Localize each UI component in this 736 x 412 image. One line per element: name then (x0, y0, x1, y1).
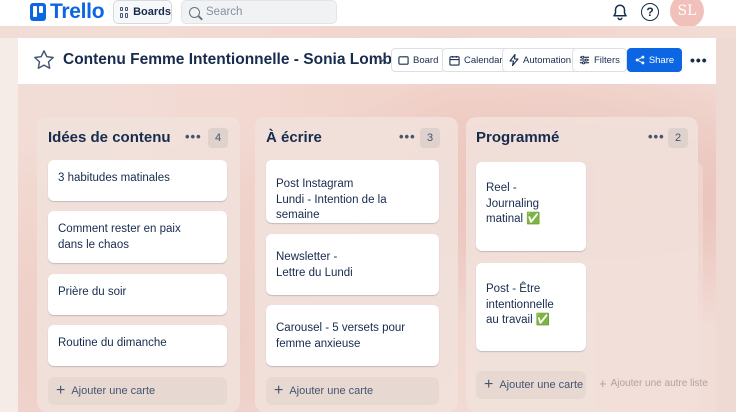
add-card-label: Ajouter une carte (71, 385, 156, 397)
add-list-button[interactable]: + Ajouter une autre liste (599, 376, 708, 391)
plus-icon: + (599, 376, 607, 391)
list-card-count: 2 (668, 128, 688, 148)
card[interactable]: Prière du soir (48, 274, 227, 315)
add-card-label: Ajouter une carte (499, 379, 584, 391)
card[interactable]: Post Instagram Lundi - Intention de la s… (266, 160, 439, 223)
filter-icon (579, 55, 590, 65)
card-title: Newsletter - Lettre du Lundi (276, 251, 353, 279)
star-icon[interactable] (32, 48, 56, 72)
card-title: Comment rester en paix dans le chaos (58, 223, 181, 251)
add-card-button[interactable]: + Ajouter une carte (476, 371, 586, 399)
add-card-button[interactable]: + Ajouter une carte (266, 377, 439, 405)
card[interactable]: Carousel - 5 versets pour femme anxieuse (266, 305, 439, 366)
board-frame-left (0, 38, 18, 412)
card-title: Carousel - 5 versets pour femme anxieuse (276, 322, 406, 350)
board-title[interactable]: Contenu Femme Intentionnelle - Sonia Lom… (63, 51, 401, 69)
top-nav: Trello Boards Search ? SL (0, 0, 736, 28)
board-view-icon (398, 55, 409, 65)
list-title[interactable]: À écrire (266, 129, 322, 146)
plus-icon: + (274, 382, 284, 399)
calendar-icon (449, 55, 460, 66)
filters-button[interactable]: Filters (572, 48, 627, 72)
board-frame-right (716, 38, 736, 412)
list-menu-icon[interactable]: ••• (185, 129, 202, 144)
list-menu-icon[interactable]: ••• (648, 129, 665, 144)
lightning-icon (509, 54, 519, 66)
card[interactable]: 3 habitudes matinales (48, 160, 227, 201)
board-more-icon[interactable]: ••• (690, 52, 708, 68)
card[interactable]: Comment rester en paix dans le chaos (48, 211, 227, 263)
search-input[interactable]: Search (181, 0, 337, 24)
share-label: Share (648, 54, 675, 66)
card[interactable]: Reel - Journaling matinal ✅ (476, 162, 586, 251)
plus-icon: + (56, 382, 66, 399)
card-title: Reel - Journaling matinal ✅ (486, 182, 541, 225)
list-card-count: 3 (420, 128, 440, 148)
avatar[interactable]: SL (670, 0, 704, 28)
trello-logo[interactable]: Trello (30, 0, 105, 24)
card-title: Post - Être intentionnelle au travail ✅ (486, 283, 554, 326)
notification-bell-icon[interactable] (611, 3, 629, 21)
list-card-count: 4 (208, 128, 228, 148)
card-title: Post Instagram Lundi - Intention de la s… (276, 178, 387, 221)
card-title: Routine du dimanche (58, 337, 167, 349)
boards-label: Boards (133, 6, 171, 18)
share-button[interactable]: Share (627, 48, 682, 72)
search-icon (189, 6, 200, 18)
add-list-label: Ajouter une autre liste (610, 378, 708, 389)
add-list-area[interactable] (595, 162, 703, 412)
card[interactable]: Routine du dimanche (48, 325, 227, 366)
card[interactable]: Newsletter - Lettre du Lundi (266, 234, 439, 295)
boards-grid-icon (120, 6, 129, 18)
view-board-button[interactable]: Board (391, 48, 446, 72)
card-title: 3 habitudes matinales (58, 172, 170, 184)
card-title: Prière du soir (58, 286, 127, 298)
plus-icon: + (484, 376, 494, 393)
trello-logo-icon (30, 3, 46, 21)
card[interactable]: Post - Être intentionnelle au travail ✅ (476, 263, 586, 351)
search-placeholder: Search (206, 6, 243, 18)
view-label: Board (413, 54, 439, 66)
boards-button[interactable]: Boards (113, 0, 172, 24)
view-calendar-button[interactable]: Calendar (442, 48, 510, 72)
view-label: Calendar (464, 54, 503, 66)
add-card-label: Ajouter une carte (289, 385, 374, 397)
help-icon[interactable]: ? (641, 3, 659, 21)
board-header: Contenu Femme Intentionnelle - Sonia Lom… (18, 38, 716, 84)
add-card-button[interactable]: + Ajouter une carte (48, 377, 227, 405)
list-title[interactable]: Idées de contenu (48, 129, 171, 146)
chevron-down-icon[interactable] (378, 56, 386, 64)
view-label: Filters (594, 54, 620, 66)
list-menu-icon[interactable]: ••• (399, 129, 416, 144)
share-icon (635, 55, 645, 65)
automation-button[interactable]: Automation (502, 48, 579, 72)
logo-text: Trello (50, 0, 105, 23)
view-label: Automation (523, 54, 572, 66)
list-title[interactable]: Programmé (476, 129, 559, 146)
